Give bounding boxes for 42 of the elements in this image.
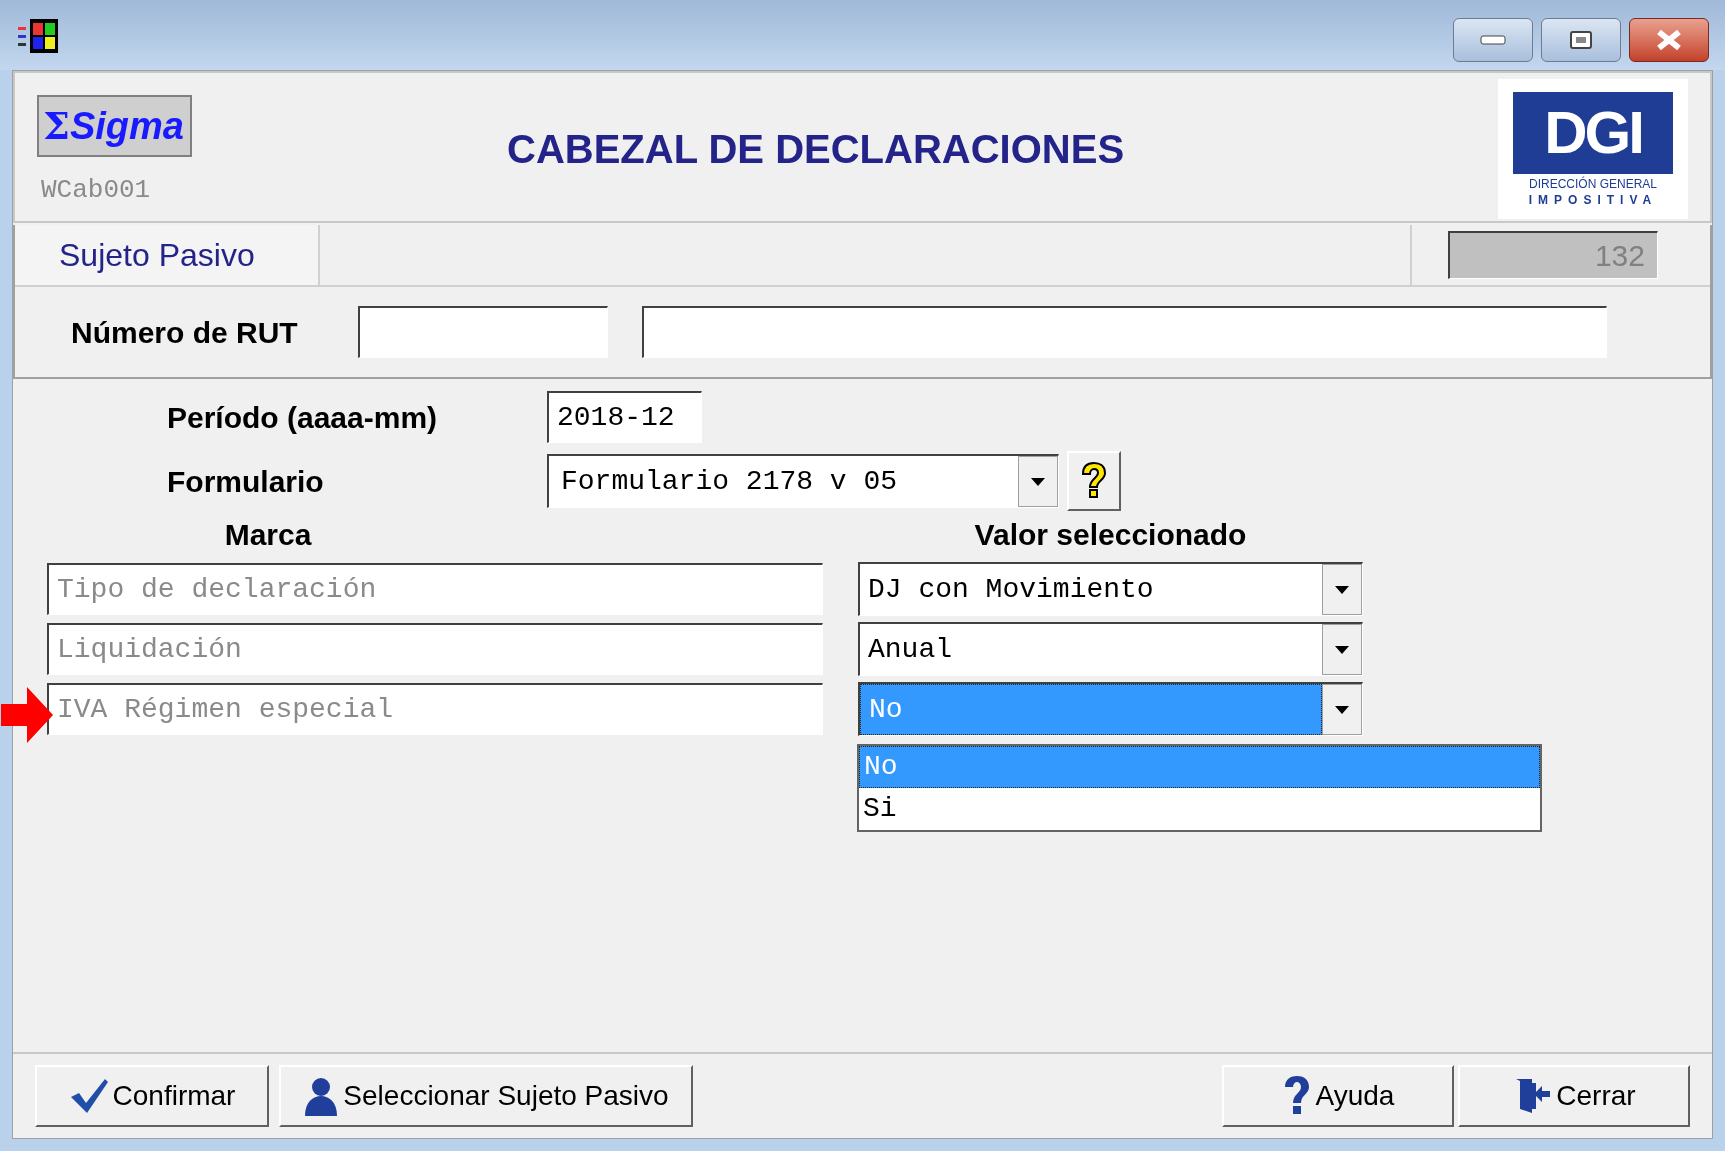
dropdown-arrow-button[interactable]: [1322, 624, 1362, 675]
dropdown-arrow-button[interactable]: [1322, 564, 1362, 615]
close-icon: [1656, 29, 1682, 51]
period-field[interactable]: 2018-12: [547, 391, 702, 443]
mark-field: Tipo de declaración: [47, 563, 823, 615]
mark-field: IVA Régimen especial: [47, 683, 823, 735]
help-button[interactable]: [1067, 451, 1121, 511]
record-count-field: 132: [1448, 231, 1658, 279]
dialog-button[interactable]: Ayuda: [1222, 1065, 1454, 1127]
value-dropdown[interactable]: Anual: [858, 622, 1363, 676]
dialog-button[interactable]: Cerrar: [1458, 1065, 1690, 1127]
close-button[interactable]: [1629, 18, 1709, 62]
value-dropdown[interactable]: DJ con Movimiento: [858, 562, 1363, 616]
taxpayer-name-field[interactable]: [642, 306, 1607, 358]
restore-icon: [1569, 30, 1593, 50]
column-heading: Marca: [223, 517, 313, 553]
sigma-logo: ΣSigma: [37, 95, 192, 157]
rut-label: Número de RUT: [70, 314, 299, 351]
minimize-icon: [1480, 35, 1506, 45]
dropdown-arrow-button[interactable]: [1018, 456, 1058, 507]
dialog-button[interactable]: Confirmar: [35, 1065, 269, 1127]
section-tab[interactable]: Sujeto Pasivo: [15, 225, 320, 285]
caret-icon: [1335, 705, 1349, 714]
caret-icon: [1031, 477, 1045, 486]
form-label: Formulario: [166, 463, 325, 500]
agency-logo: DGI DIRECCIÓN GENERAL IMPOSITIVA: [1498, 79, 1688, 219]
minimize-button[interactable]: [1453, 18, 1533, 62]
maximize-button[interactable]: [1541, 18, 1621, 62]
window-title: CABEZAL DE DECLARACIONES: [507, 126, 1125, 173]
person-icon: [303, 1076, 340, 1116]
mark-field: Liquidación: [47, 623, 823, 675]
caret-icon: [1335, 585, 1349, 594]
caret-icon: [1335, 645, 1349, 654]
rut-number-field[interactable]: [358, 306, 608, 358]
question-mark-icon: [1079, 461, 1109, 501]
dropdown-arrow-button[interactable]: [1322, 684, 1362, 735]
column-heading: Valor seleccionado: [973, 517, 1248, 553]
form-dropdown[interactable]: Formulario 2178 v 05: [547, 454, 1059, 508]
period-label: Período (aaaa-mm): [166, 399, 439, 436]
dialog-button[interactable]: Seleccionar Sujeto Pasivo: [279, 1065, 693, 1127]
dropdown-option[interactable]: Si: [859, 788, 1540, 830]
form-code: WCab001: [40, 177, 152, 203]
